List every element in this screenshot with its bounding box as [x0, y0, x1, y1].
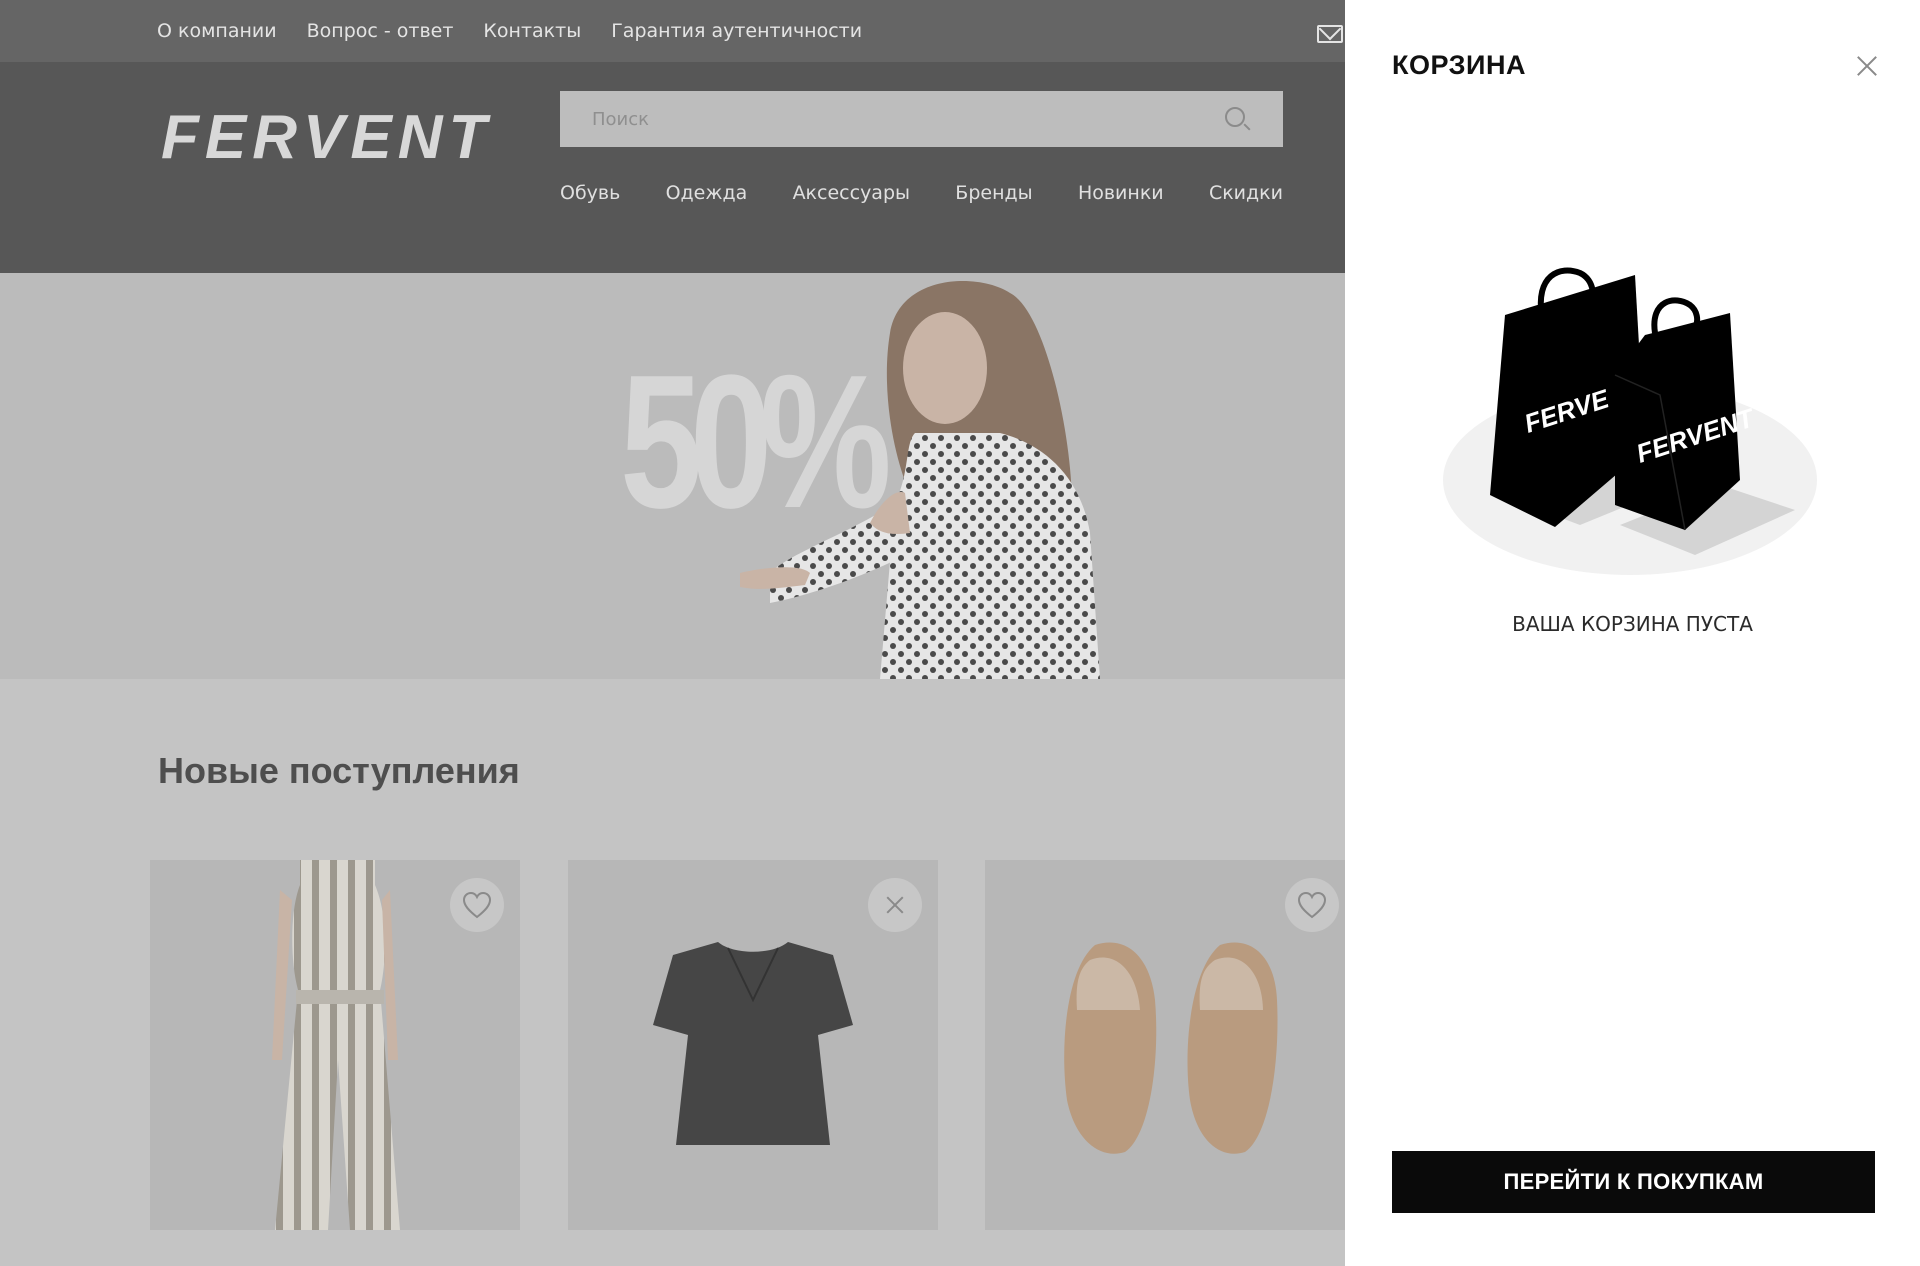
- mail-icon[interactable]: [1317, 25, 1343, 43]
- search-icon[interactable]: [1225, 107, 1245, 127]
- empty-cart-message: ВАША КОРЗИНА ПУСТА: [1512, 612, 1753, 636]
- category-clothing[interactable]: Одежда: [666, 182, 748, 204]
- promo-banner[interactable]: 50%: [0, 273, 1345, 679]
- empty-cart-illustration: FERVE FERVENT: [1443, 267, 1817, 575]
- section-title-new-arrivals: Новые поступления: [158, 750, 520, 791]
- banner-model-image: [740, 281, 1100, 679]
- close-icon[interactable]: [1857, 56, 1877, 76]
- category-sale[interactable]: Скидки: [1209, 182, 1283, 204]
- top-link-contacts[interactable]: Контакты: [483, 20, 581, 42]
- favorite-button[interactable]: [450, 878, 504, 932]
- heart-icon: [462, 891, 492, 919]
- search-bar: [560, 91, 1283, 147]
- cart-drawer: КОРЗИНА FERVE FERVENT ВАША КОРЗИНА ПУСТА…: [1345, 0, 1920, 1266]
- product-card[interactable]: [150, 860, 520, 1230]
- search-input[interactable]: [560, 91, 1283, 147]
- product-card[interactable]: [568, 860, 938, 1230]
- top-bar: О компании Вопрос - ответ Контакты Гаран…: [0, 0, 1345, 62]
- continue-shopping-button[interactable]: ПЕРЕЙТИ К ПОКУПКАМ: [1392, 1151, 1875, 1213]
- cart-title: КОРЗИНА: [1392, 50, 1526, 80]
- top-link-about[interactable]: О компании: [157, 20, 277, 42]
- heart-icon: [1297, 891, 1327, 919]
- site-header: FERVENT Обувь Одежда Аксессуары Бренды Н…: [0, 62, 1345, 273]
- remove-favorite-button[interactable]: [868, 878, 922, 932]
- shop-page-background: О компании Вопрос - ответ Контакты Гаран…: [0, 0, 1345, 1266]
- product-card[interactable]: [985, 860, 1345, 1230]
- site-logo[interactable]: FERVENT: [161, 102, 492, 173]
- close-icon: [886, 896, 904, 914]
- top-links: О компании Вопрос - ответ Контакты Гаран…: [157, 20, 892, 42]
- top-link-faq[interactable]: Вопрос - ответ: [307, 20, 454, 42]
- category-brands[interactable]: Бренды: [955, 182, 1032, 204]
- category-accessories[interactable]: Аксессуары: [793, 182, 910, 204]
- category-shoes[interactable]: Обувь: [560, 182, 620, 204]
- category-new[interactable]: Новинки: [1078, 182, 1164, 204]
- top-link-authenticity[interactable]: Гарантия аутентичности: [611, 20, 862, 42]
- category-nav: Обувь Одежда Аксессуары Бренды Новинки С…: [560, 182, 1283, 204]
- favorite-button[interactable]: [1285, 878, 1339, 932]
